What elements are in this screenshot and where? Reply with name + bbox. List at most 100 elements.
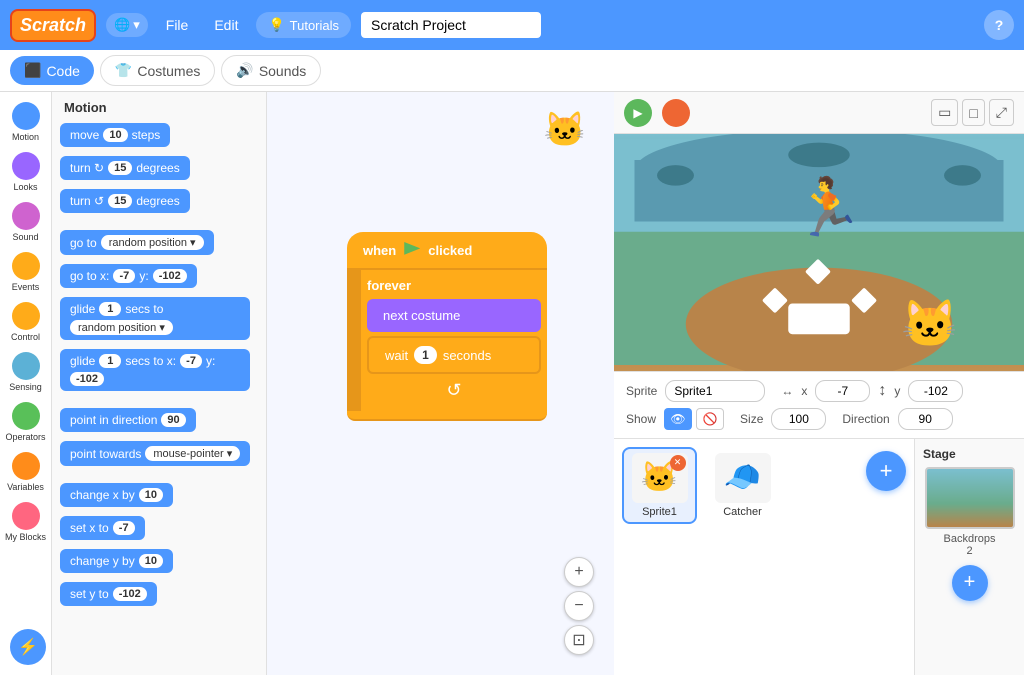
block-turn-ccw[interactable]: turn ↺ 15 degrees: [60, 189, 258, 218]
wait-val[interactable]: 1: [414, 346, 437, 364]
category-variables[interactable]: Variables: [2, 448, 50, 496]
wait-block[interactable]: wait 1 seconds: [367, 336, 541, 374]
stop-button[interactable]: [662, 99, 690, 127]
block-set-y-val[interactable]: -102: [113, 587, 147, 601]
add-sprite-button[interactable]: +: [866, 451, 906, 491]
zoom-out-button[interactable]: −: [564, 591, 594, 621]
block-point-towards-dropdown[interactable]: mouse-pointer ▾: [145, 446, 240, 461]
wait-label: wait: [385, 348, 408, 363]
block-set-x[interactable]: set x to -7: [60, 516, 258, 545]
edit-menu[interactable]: Edit: [206, 13, 246, 37]
file-menu[interactable]: File: [158, 13, 197, 37]
tab-sounds[interactable]: 🔊 Sounds: [221, 55, 321, 86]
sprite-name-input[interactable]: [665, 380, 765, 402]
block-glide-xy-x[interactable]: -7: [180, 354, 202, 368]
category-myblocks[interactable]: My Blocks: [2, 498, 50, 546]
sprite-x-input[interactable]: [815, 380, 870, 402]
block-turn-cw-degrees: degrees: [136, 161, 179, 175]
large-stage-button[interactable]: □: [962, 99, 984, 126]
block-glide-xy[interactable]: glide 1 secs to x: -7 y: -102: [60, 349, 258, 396]
tab-costumes[interactable]: 👕 Costumes: [100, 55, 215, 86]
stage-background: 🏃 🐱: [614, 134, 1024, 371]
stage-mini-preview[interactable]: [925, 467, 1015, 529]
forever-bottom-cap: [347, 411, 547, 421]
block-glide-xy-ylabel: y:: [206, 354, 215, 368]
category-events[interactable]: Events: [2, 248, 50, 296]
add-backdrop-button[interactable]: +: [952, 565, 988, 601]
editor-tabs: ⬛ Code 👕 Costumes 🔊 Sounds: [0, 50, 1024, 92]
block-point-dir[interactable]: point in direction 90: [60, 408, 258, 437]
category-control[interactable]: Control: [2, 298, 50, 346]
zoom-in-button[interactable]: +: [564, 557, 594, 587]
block-move[interactable]: move 10 steps: [60, 123, 258, 152]
block-glide-random[interactable]: glide 1 secs to random position ▾: [60, 297, 258, 345]
fullscreen-button[interactable]: ⤢: [989, 99, 1014, 126]
category-sound[interactable]: Sound: [2, 198, 50, 246]
green-flag-button[interactable]: [624, 99, 652, 127]
category-motion[interactable]: Motion: [2, 98, 50, 146]
block-change-x-label: change x by: [70, 488, 135, 502]
block-glide-xy-secs[interactable]: 1: [99, 354, 121, 368]
sprite-item-sprite1[interactable]: 🐱 ✕ Sprite1: [622, 447, 697, 524]
small-stage-button[interactable]: ▭: [931, 99, 958, 126]
block-goto-xy-ylabel: y:: [139, 269, 148, 283]
language-selector[interactable]: 🌐 ▾: [106, 13, 148, 37]
sensing-circle: [12, 352, 40, 380]
motion-circle: [12, 102, 40, 130]
scripts-area[interactable]: 🐱 when clicked forever next costume: [267, 92, 614, 675]
block-glide-dropdown[interactable]: random position ▾: [70, 320, 173, 335]
y-label: y: [894, 384, 900, 398]
stage-panel-label: Stage: [923, 447, 956, 461]
block-goto-xy-y[interactable]: -102: [153, 269, 187, 283]
next-costume-block[interactable]: next costume: [367, 299, 541, 332]
block-change-y[interactable]: change y by 10: [60, 549, 258, 578]
catcher-name-label: Catcher: [723, 506, 762, 518]
block-stack[interactable]: when clicked forever next costume wa: [347, 232, 547, 421]
code-icon: ⬛: [24, 62, 41, 79]
y-arrow-icon: ↕: [878, 382, 886, 400]
block-move-val[interactable]: 10: [103, 128, 127, 142]
tutorials-button[interactable]: 💡 Tutorials: [256, 12, 351, 38]
zoom-controls: + − ⊡: [564, 557, 594, 655]
block-set-x-val[interactable]: -7: [113, 521, 135, 535]
sprite-item-catcher[interactable]: 🧢 Catcher: [705, 447, 780, 524]
next-costume-label: next costume: [383, 308, 460, 323]
block-glide-secs[interactable]: 1: [99, 302, 121, 316]
expand-button[interactable]: ⚡: [10, 629, 46, 665]
forever-block[interactable]: forever next costume wait 1 seconds ↺: [347, 270, 547, 411]
block-turn-cw-val[interactable]: 15: [108, 161, 132, 175]
sprite-y-input[interactable]: [908, 380, 963, 402]
category-operators[interactable]: Operators: [2, 398, 50, 446]
sprite-direction-input[interactable]: [898, 408, 953, 430]
sprite-size-input[interactable]: [771, 408, 826, 430]
block-goto-xy[interactable]: go to x: -7 y: -102: [60, 264, 258, 293]
block-turn-cw[interactable]: turn ↻ 15 degrees: [60, 156, 258, 185]
block-goto-dropdown[interactable]: random position ▾: [101, 235, 204, 250]
block-turn-ccw-val[interactable]: 15: [108, 194, 132, 208]
costume-icon: 👕: [115, 62, 132, 79]
show-hidden-button[interactable]: 🚫: [696, 408, 724, 430]
block-goto-xy-x[interactable]: -7: [113, 269, 135, 283]
block-point-towards[interactable]: point towards mouse-pointer ▾: [60, 441, 258, 471]
block-change-y-val[interactable]: 10: [139, 554, 163, 568]
block-set-y[interactable]: set y to -102: [60, 582, 258, 611]
myblocks-circle: [12, 502, 40, 530]
cat-stage-emoji: 🐱: [901, 297, 958, 349]
hat-block[interactable]: when clicked: [347, 232, 547, 270]
category-sensing[interactable]: Sensing: [2, 348, 50, 396]
show-visible-button[interactable]: 👁: [664, 408, 692, 430]
category-motion-label: Motion: [12, 132, 39, 142]
block-point-dir-val[interactable]: 90: [161, 413, 185, 427]
sprite1-delete-button[interactable]: ✕: [670, 455, 686, 471]
block-change-x[interactable]: change x by 10: [60, 483, 258, 512]
block-change-x-val[interactable]: 10: [139, 488, 163, 502]
block-goto[interactable]: go to random position ▾: [60, 230, 258, 260]
zoom-reset-button[interactable]: ⊡: [564, 625, 594, 655]
tab-code[interactable]: ⬛ Code: [10, 56, 94, 85]
help-button[interactable]: ?: [984, 10, 1014, 40]
sprite-info: Sprite ↔ x ↕ y Show 👁 🚫 Size Direction: [614, 371, 1024, 438]
forever-label-row: forever: [361, 278, 547, 299]
category-looks[interactable]: Looks: [2, 148, 50, 196]
project-name-input[interactable]: [361, 12, 541, 38]
block-glide-xy-y[interactable]: -102: [70, 372, 104, 386]
